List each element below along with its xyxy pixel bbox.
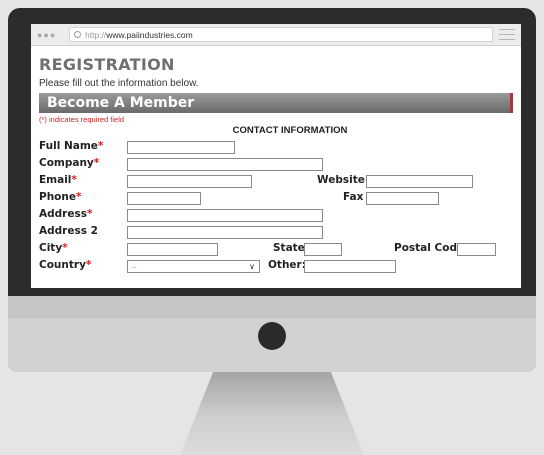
browser-toolbar: ●●● http:// www.paiindustries.com [31,24,521,46]
other-label: Other: [268,259,306,271]
monitor-stand [180,372,364,455]
address-2-input[interactable] [127,226,323,239]
email-label: Email* [39,174,77,186]
company-input[interactable] [127,158,323,171]
chevron-down-icon: ∨ [249,262,255,271]
full-name-label: Full Name* [39,140,104,152]
full-name-input[interactable] [127,141,235,154]
form-row-full-name: Full Name* [39,139,513,154]
url-protocol: http:// [85,29,107,40]
state-input[interactable] [304,243,342,256]
postal-code-label: Postal Code [394,242,465,254]
form-row-city: City* State Postal Code [39,241,513,256]
registration-form: Full Name* Company* Email* Website Phone… [39,139,513,288]
section-title: Become A Member [47,95,195,111]
form-row-email: Email* Website [39,173,513,188]
country-label: Country* [39,259,92,271]
hamburger-menu-icon[interactable] [499,29,515,40]
city-label: City* [39,242,68,254]
form-row-address: Address* [39,207,513,222]
country-selected-value: ... [131,263,137,270]
scene: ●●● http:// www.paiindustries.com REGIST… [0,0,544,455]
website-input[interactable] [366,175,473,188]
section-header: Become A Member [39,93,513,113]
fax-label: Fax [343,191,364,203]
company-label: Company* [39,157,100,169]
page-content: REGISTRATION Please fill out the informa… [31,55,521,288]
state-label: State [273,242,305,254]
page-title: REGISTRATION [39,55,175,74]
form-row-address-2: Address 2 [39,224,513,239]
monitor-logo-circle [258,322,286,350]
contact-heading: CONTACT INFORMATION [232,125,348,136]
required-note: (*) indicates required field [39,115,125,124]
phone-input[interactable] [127,192,201,205]
page-subtitle: Please fill out the information below. [39,78,199,89]
postal-code-input[interactable] [457,243,496,256]
address-input[interactable] [127,209,323,222]
form-row-country: Country* ... ∨ Other: [39,258,513,273]
address-label: Address* [39,208,93,220]
chin-shade [8,296,536,318]
city-input[interactable] [127,243,218,256]
website-label: Website [317,174,365,186]
window-controls-icon[interactable]: ●●● [37,30,69,40]
address-2-label: Address 2 [39,225,98,237]
browser-window: ●●● http:// www.paiindustries.com REGIST… [31,24,521,288]
other-input[interactable] [304,260,396,273]
url-host: www.paiindustries.com [106,29,193,40]
country-select[interactable]: ... ∨ [127,260,260,273]
address-bar[interactable]: http:// www.paiindustries.com [69,27,493,42]
fax-input[interactable] [366,192,439,205]
search-icon [74,31,81,38]
phone-label: Phone* [39,191,82,203]
form-row-company: Company* [39,156,513,171]
form-row-phone: Phone* Fax [39,190,513,205]
email-input[interactable] [127,175,252,188]
